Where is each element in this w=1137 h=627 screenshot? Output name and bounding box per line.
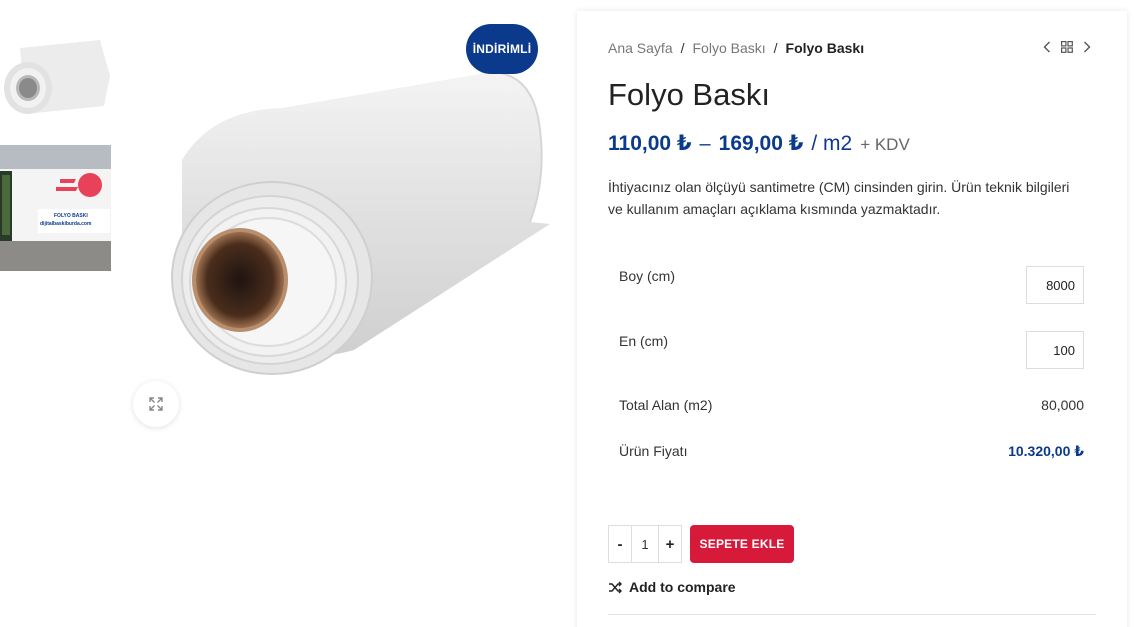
total-area-value: 80,000 (1041, 397, 1084, 413)
price-dash: – (699, 133, 711, 155)
divider (608, 614, 1096, 615)
product-price-value: 10.320,00 ₺ (1008, 443, 1084, 459)
price-range: 110,00 ₺ – 169,00 ₺ / m2 + KDV (608, 131, 910, 156)
chevron-left-icon[interactable] (1043, 41, 1051, 53)
chevron-right-icon[interactable] (1083, 41, 1091, 53)
add-to-compare-label: Add to compare (629, 579, 736, 595)
storefront-thumbnail[interactable]: FOLYO BASKI dijitalbaskiburda.com (0, 145, 111, 271)
quantity-input[interactable] (631, 526, 659, 562)
expand-icon (149, 397, 163, 411)
storefront-sign-text-2: dijitalbaskiburda.com (40, 221, 92, 227)
product-description: İhtiyacınız olan ölçüyü santimetre (CM) … (608, 179, 1070, 217)
decrease-quantity-button[interactable]: - (609, 526, 631, 562)
quantity-stepper: - + (608, 525, 682, 563)
tax-note: + KDV (860, 135, 910, 154)
storefront-sign-text-1: FOLYO BASKI (54, 213, 88, 219)
product-title: Folyo Baskı (608, 77, 770, 112)
breadcrumb-home-link[interactable]: Ana Sayfa (608, 40, 673, 56)
breadcrumb-current: Folyo Baskı (785, 40, 865, 56)
price-min: 110,00 ₺ (608, 132, 692, 155)
breadcrumb-separator: / (680, 40, 685, 56)
total-area-label: Total Alan (m2) (619, 397, 713, 413)
discount-badge: İNDİRİMLİ (466, 24, 538, 74)
boy-input[interactable] (1026, 266, 1084, 304)
price-unit: / m2 (811, 132, 853, 155)
breadcrumb: Ana Sayfa / Folyo Baskı / Folyo Baskı (608, 40, 864, 56)
add-to-cart-button[interactable]: SEPETE EKLE (690, 525, 794, 563)
white-roll-thumbnail[interactable] (0, 36, 111, 116)
product-price-label: Ürün Fiyatı (619, 443, 688, 459)
increase-quantity-button[interactable]: + (659, 526, 681, 562)
zoom-expand-button[interactable] (133, 381, 179, 427)
product-navigation (1043, 41, 1091, 53)
product-summary-panel: Ana Sayfa / Folyo Baskı / Folyo Baskı Fo… (577, 11, 1127, 627)
breadcrumb-separator: / (773, 40, 778, 56)
shuffle-icon (608, 581, 623, 594)
en-label: En (cm) (619, 333, 668, 349)
price-max: 169,00 ₺ (718, 132, 804, 155)
breadcrumb-category-link[interactable]: Folyo Baskı (693, 40, 766, 56)
add-to-compare-link[interactable]: Add to compare (608, 579, 736, 595)
grid-icon[interactable] (1061, 41, 1073, 53)
en-input[interactable] (1026, 331, 1084, 369)
boy-label: Boy (cm) (619, 268, 675, 284)
